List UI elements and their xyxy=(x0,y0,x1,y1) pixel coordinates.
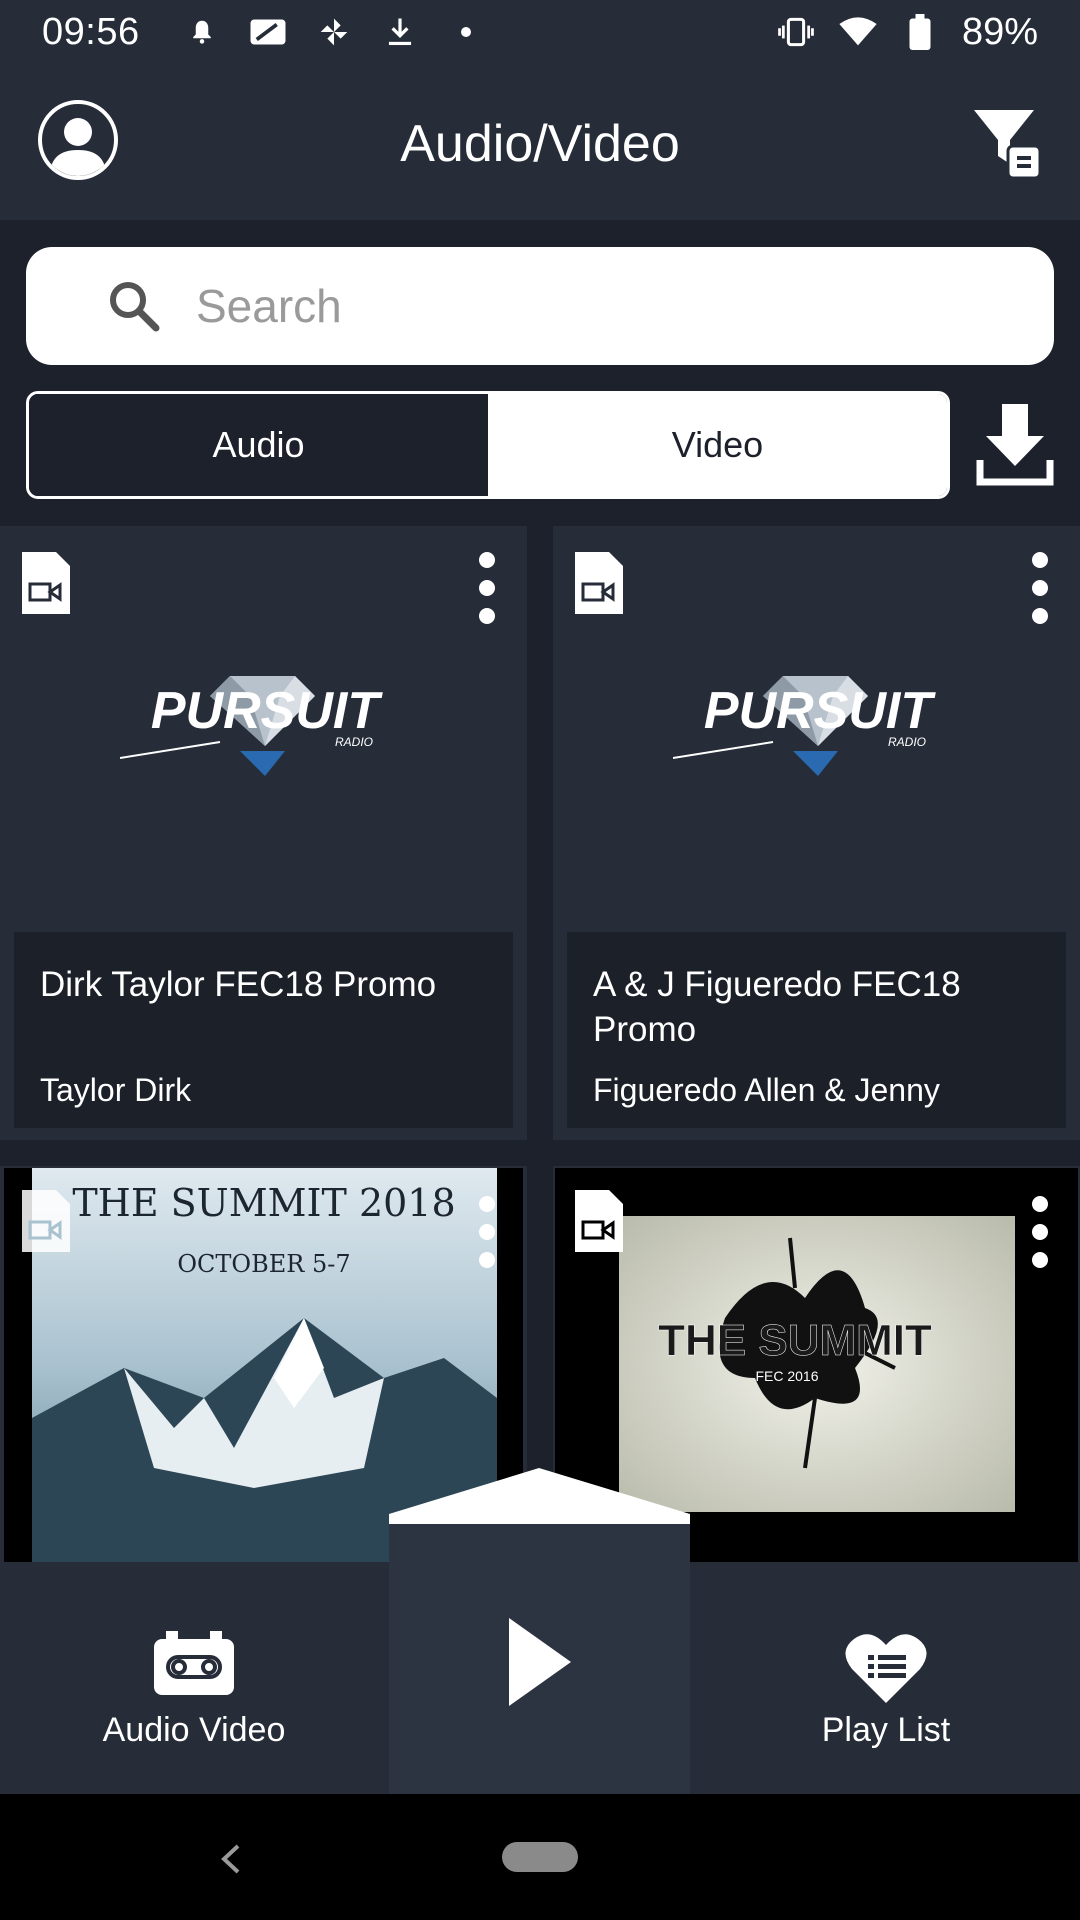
heart-list-icon xyxy=(844,1631,928,1703)
pinwheel-icon xyxy=(314,12,354,52)
play-icon xyxy=(509,1618,571,1706)
more-options-icon[interactable] xyxy=(475,1194,499,1270)
video-file-icon xyxy=(20,550,72,616)
svg-text:THE SUMMIT 2018: THE SUMMIT 2018 xyxy=(72,1181,455,1225)
page-title: Audio/Video xyxy=(400,115,680,173)
nav-play-list-label: Play List xyxy=(821,1710,951,1749)
status-notification-icons xyxy=(182,12,486,52)
dot-icon xyxy=(446,12,486,52)
nav-play-list[interactable]: Play List xyxy=(692,1586,1080,1794)
cast-icon xyxy=(248,12,288,52)
battery-percent: 89% xyxy=(961,10,1038,53)
home-pill[interactable] xyxy=(502,1842,578,1872)
download-icon xyxy=(380,12,420,52)
wifi-icon xyxy=(838,12,878,52)
tab-video[interactable]: Video xyxy=(488,394,947,496)
card-title: Dirk Taylor FEC18 Promo xyxy=(40,965,437,1004)
nav-audio-video-label: Audio Video xyxy=(102,1710,286,1749)
more-options-icon[interactable] xyxy=(1028,1194,1052,1270)
svg-text:OCTOBER 5-7: OCTOBER 5-7 xyxy=(177,1250,350,1278)
chevron-up-icon xyxy=(389,1468,690,1534)
back-icon[interactable] xyxy=(218,1842,244,1876)
pursuit-radio-logo: PURSUIT RADIO xyxy=(119,646,410,796)
video-file-icon xyxy=(573,550,625,616)
svg-text:PURSUIT: PURSUIT xyxy=(151,682,383,740)
svg-text:RADIO: RADIO xyxy=(335,735,373,749)
download-button[interactable] xyxy=(976,402,1054,488)
alarm-icon xyxy=(182,12,222,52)
search-bar[interactable] xyxy=(26,247,1054,365)
pursuit-radio-logo: PURSUIT RADIO xyxy=(672,646,963,796)
media-card[interactable]: PURSUIT RADIO Dirk Taylor FEC18 Promo Ta… xyxy=(0,526,527,1140)
cassette-icon xyxy=(152,1630,236,1697)
download-icon xyxy=(976,404,1054,486)
svg-text:RADIO: RADIO xyxy=(888,735,926,749)
tab-audio[interactable]: Audio xyxy=(29,394,488,496)
status-bar: 09:56 89% xyxy=(0,0,1080,64)
play-button[interactable] xyxy=(505,1614,575,1710)
more-options-icon[interactable] xyxy=(475,550,499,626)
svg-text:FEC 2016: FEC 2016 xyxy=(755,1368,818,1384)
svg-text:PURSUIT: PURSUIT xyxy=(704,682,936,740)
card-subtitle: Taylor Dirk xyxy=(40,1072,192,1108)
battery-icon xyxy=(900,12,940,52)
card-info: A & J Figueredo FEC18 Promo Figueredo Al… xyxy=(567,932,1066,1128)
filter-icon[interactable] xyxy=(972,106,1044,180)
card-info: Dirk Taylor FEC18 Promo Taylor Dirk xyxy=(14,932,513,1128)
media-card[interactable]: PURSUIT RADIO A & J Figueredo FEC18 Prom… xyxy=(553,526,1080,1140)
vibrate-icon xyxy=(776,12,816,52)
player-expand-handle[interactable] xyxy=(389,1466,690,1534)
status-time: 09:56 xyxy=(42,10,140,53)
nav-audio-video[interactable]: Audio Video xyxy=(0,1586,388,1794)
search-icon xyxy=(106,278,162,334)
svg-text:THE SUMMIT: THE SUMMIT xyxy=(658,1316,932,1365)
card-subtitle: Figueredo Allen & Jenny xyxy=(593,1072,940,1108)
app-header: Audio/Video xyxy=(0,64,1080,220)
video-file-icon xyxy=(573,1188,625,1254)
media-type-segment: Audio Video xyxy=(26,391,950,499)
video-file-icon xyxy=(20,1188,72,1254)
system-nav-bar xyxy=(0,1794,1080,1920)
more-options-icon[interactable] xyxy=(1028,550,1052,626)
search-input[interactable] xyxy=(196,279,996,333)
card-title: A & J Figueredo FEC18 Promo xyxy=(593,965,961,1049)
